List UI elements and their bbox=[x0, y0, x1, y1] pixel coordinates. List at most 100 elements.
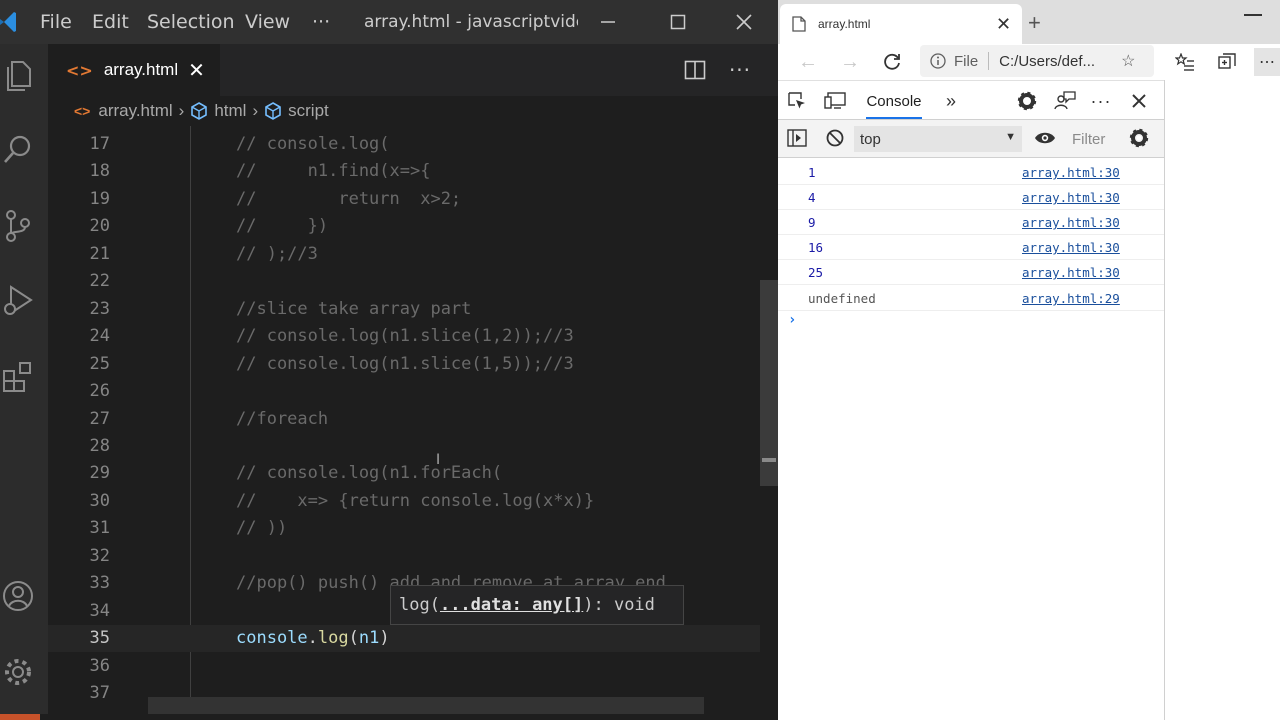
run-debug-button[interactable] bbox=[0, 280, 36, 320]
console-prompt[interactable]: › bbox=[788, 312, 796, 328]
source-control-button[interactable] bbox=[0, 206, 36, 246]
info-icon bbox=[930, 53, 946, 69]
clear-console-icon bbox=[826, 129, 844, 147]
console-settings-button[interactable] bbox=[1124, 124, 1154, 152]
breadcrumb-html[interactable]: html bbox=[214, 101, 246, 121]
console-source-link[interactable]: array.html:30 bbox=[1022, 160, 1120, 185]
page-icon bbox=[792, 16, 806, 32]
html-file-icon: <> bbox=[74, 103, 91, 119]
console-source-link[interactable]: array.html:30 bbox=[1022, 235, 1120, 260]
javascript-context-select[interactable]: top ▼ bbox=[854, 126, 1022, 152]
tab-close-icon[interactable]: ✕ bbox=[188, 58, 205, 82]
console-source-link[interactable]: array.html:30 bbox=[1022, 210, 1120, 235]
devtools-more-icon[interactable]: ··· bbox=[1086, 87, 1116, 115]
address-bar[interactable]: File C:/Users/def... ☆ bbox=[920, 45, 1154, 77]
breadcrumb-script[interactable]: script bbox=[288, 101, 329, 121]
code-line: 32 bbox=[89, 546, 110, 566]
more-tabs-chevron-icon[interactable]: » bbox=[936, 87, 966, 115]
symbol-element-icon bbox=[191, 102, 208, 120]
live-expression-button[interactable] bbox=[1030, 124, 1060, 152]
console-source-link[interactable]: array.html:29 bbox=[1022, 286, 1120, 311]
console-message: 25 array.html:30 bbox=[778, 260, 1164, 285]
new-tab-plus-icon[interactable]: + bbox=[1028, 10, 1041, 36]
console-value: 9 bbox=[808, 215, 816, 230]
devtools-close-button[interactable] bbox=[1124, 87, 1154, 115]
scrollbar-thumb[interactable] bbox=[760, 280, 778, 486]
minimize-icon bbox=[601, 21, 615, 23]
search-view-button[interactable] bbox=[0, 130, 36, 170]
inspect-element-icon bbox=[788, 92, 805, 109]
show-sidebar-button[interactable] bbox=[782, 124, 812, 152]
address-scheme-label: File bbox=[954, 52, 979, 70]
gear-icon bbox=[1017, 91, 1037, 111]
accounts-button[interactable] bbox=[0, 576, 36, 616]
menu-edit[interactable]: Edit bbox=[92, 11, 129, 33]
split-editor-button[interactable] bbox=[680, 56, 710, 84]
activity-bar bbox=[0, 44, 48, 720]
console-message: undefined array.html:29 bbox=[778, 286, 1164, 311]
browser-tab[interactable]: array.html ✕ bbox=[780, 4, 1022, 44]
run-debug-icon bbox=[4, 285, 33, 315]
manage-button[interactable] bbox=[0, 652, 36, 692]
browser-minimize-icon[interactable] bbox=[1244, 14, 1262, 16]
forward-arrow-icon[interactable]: → bbox=[836, 48, 864, 76]
extensions-icon bbox=[3, 362, 31, 392]
feedback-button[interactable] bbox=[1050, 87, 1080, 115]
minimize-button[interactable] bbox=[588, 8, 628, 36]
console-value: 16 bbox=[808, 240, 824, 255]
maximize-button[interactable] bbox=[658, 8, 698, 36]
code-line: 19// return x>2; bbox=[89, 189, 462, 209]
code-line: 30// x=> {return console.log(x*x)} bbox=[89, 491, 595, 511]
tab-console[interactable]: Console bbox=[858, 81, 930, 121]
console-source-link[interactable]: array.html:30 bbox=[1022, 260, 1120, 285]
browser-menu-button[interactable]: ⋯ bbox=[1254, 48, 1280, 76]
editor-more-actions-button[interactable]: ··· bbox=[725, 56, 755, 84]
console-source-link[interactable]: array.html:30 bbox=[1022, 185, 1120, 210]
extensions-button[interactable] bbox=[0, 356, 36, 396]
code-line: 25// console.log(n1.slice(1,5));//3 bbox=[89, 354, 574, 374]
horizontal-scrollbar[interactable] bbox=[148, 697, 704, 715]
code-line: 29// console.log(n1.forEach( bbox=[89, 463, 503, 483]
explorer-button[interactable] bbox=[0, 56, 36, 96]
console-value: undefined bbox=[808, 291, 876, 306]
code-line: 31// )) bbox=[89, 518, 288, 538]
console-filter-input[interactable] bbox=[1064, 126, 1128, 152]
browser-nav-bar: ← → File C:/Users/def... ☆ ⋯ bbox=[778, 44, 1280, 78]
address-divider bbox=[988, 52, 990, 70]
clear-console-button[interactable] bbox=[820, 124, 850, 152]
back-arrow-icon[interactable]: ← bbox=[794, 48, 822, 76]
console-value: 4 bbox=[808, 190, 816, 205]
refresh-button[interactable] bbox=[878, 48, 906, 76]
status-bar-remote-indicator[interactable] bbox=[0, 714, 40, 720]
favorite-star-icon[interactable]: ☆ bbox=[1121, 51, 1135, 71]
status-bar bbox=[0, 714, 778, 720]
tab-close-icon[interactable]: ✕ bbox=[996, 14, 1011, 35]
tab-array-html[interactable]: <> array.html ✕ bbox=[48, 44, 220, 96]
gear-icon bbox=[5, 659, 31, 685]
code-editor[interactable]: 17// console.log( 18// n1.find(x=>{ 19//… bbox=[48, 126, 760, 720]
browser-window: array.html ✕ + ← → File C:/Users/def... … bbox=[778, 0, 1280, 720]
devtools-settings-button[interactable] bbox=[1012, 87, 1042, 115]
device-emulation-button[interactable] bbox=[820, 87, 850, 115]
menu-view[interactable]: View bbox=[245, 11, 290, 33]
vscode-logo-icon bbox=[0, 12, 16, 32]
console-message: 16 array.html:30 bbox=[778, 235, 1164, 260]
favorites-icon bbox=[1175, 53, 1194, 71]
collections-icon bbox=[1218, 53, 1236, 69]
feedback-person-icon bbox=[1054, 91, 1076, 110]
menu-selection[interactable]: Selection bbox=[147, 11, 235, 33]
inspect-element-button[interactable] bbox=[782, 87, 812, 115]
console-output: 1 array.html:30 4 array.html:30 9 array.… bbox=[778, 158, 1164, 720]
chevron-right-icon: › bbox=[178, 101, 185, 120]
breadcrumb-file[interactable]: array.html bbox=[98, 101, 172, 121]
menu-file[interactable]: File bbox=[40, 11, 72, 33]
search-icon bbox=[4, 135, 31, 163]
menu-more[interactable]: ··· bbox=[312, 11, 330, 33]
console-filter-bar: top ▼ bbox=[778, 120, 1164, 158]
favorites-list-icon[interactable] bbox=[1170, 48, 1200, 76]
console-message: 4 array.html:30 bbox=[778, 185, 1164, 210]
close-window-button[interactable] bbox=[724, 8, 764, 36]
code-line-current: 35 console.log(n1) bbox=[48, 625, 760, 652]
files-icon bbox=[7, 61, 31, 91]
collections-icon[interactable] bbox=[1212, 48, 1242, 76]
